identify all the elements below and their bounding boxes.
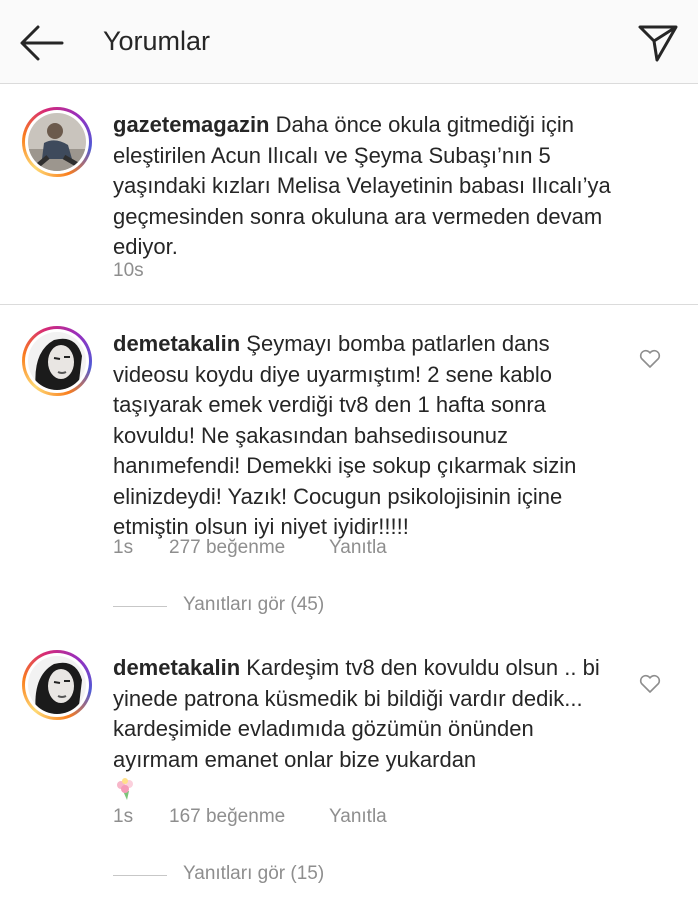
- view-replies-label: Yanıtları gör (45): [183, 594, 325, 615]
- comment-time: 1s: [113, 537, 134, 558]
- comment-text: demetakalin Şeymayı bomba patlarlen dans…: [113, 329, 613, 543]
- comment-time: 1s: [113, 806, 134, 827]
- like-button[interactable]: [639, 674, 661, 694]
- likes-count[interactable]: 277 beğenme: [169, 537, 285, 559]
- avatar[interactable]: [22, 326, 92, 396]
- comment-body: Şeymayı bomba patlarlen dans videosu koy…: [113, 331, 577, 539]
- caption-username[interactable]: gazetemagazin: [113, 112, 270, 137]
- divider: [113, 606, 167, 607]
- profile-photo: [28, 113, 86, 171]
- caption-text: gazetemagazin Daha önce okula gitmediği …: [113, 110, 613, 263]
- view-replies-button[interactable]: Yanıtları gör (45): [113, 592, 433, 620]
- heart-icon: [639, 674, 661, 693]
- view-replies-button[interactable]: Yanıtları gör (15): [113, 861, 433, 889]
- comment-username[interactable]: demetakalin: [113, 331, 240, 356]
- likes-count[interactable]: 167 beğenme: [169, 806, 285, 828]
- caption-time: 10s: [113, 260, 144, 281]
- reply-button[interactable]: Yanıtla: [329, 537, 387, 559]
- reply-button[interactable]: Yanıtla: [329, 806, 387, 828]
- avatar[interactable]: [22, 107, 92, 177]
- arrow-left-icon: [20, 25, 64, 61]
- top-bar: Yorumlar: [0, 0, 698, 84]
- view-replies-label: Yanıtları gör (15): [183, 863, 325, 884]
- page-title: Yorumlar: [103, 26, 211, 56]
- back-button[interactable]: [18, 22, 64, 64]
- heart-icon: [639, 349, 661, 368]
- like-button[interactable]: [639, 349, 661, 369]
- bouquet-emoji-icon: [113, 777, 613, 801]
- divider: [0, 304, 698, 305]
- paper-plane-icon: [638, 25, 678, 62]
- profile-photo: [28, 656, 86, 714]
- comment-text: demetakalin Kardeşim tv8 den kovuldu ols…: [113, 653, 613, 801]
- send-button[interactable]: [637, 22, 679, 64]
- avatar[interactable]: [22, 650, 92, 720]
- profile-photo: [28, 332, 86, 390]
- comment-username[interactable]: demetakalin: [113, 655, 240, 680]
- divider: [113, 875, 167, 876]
